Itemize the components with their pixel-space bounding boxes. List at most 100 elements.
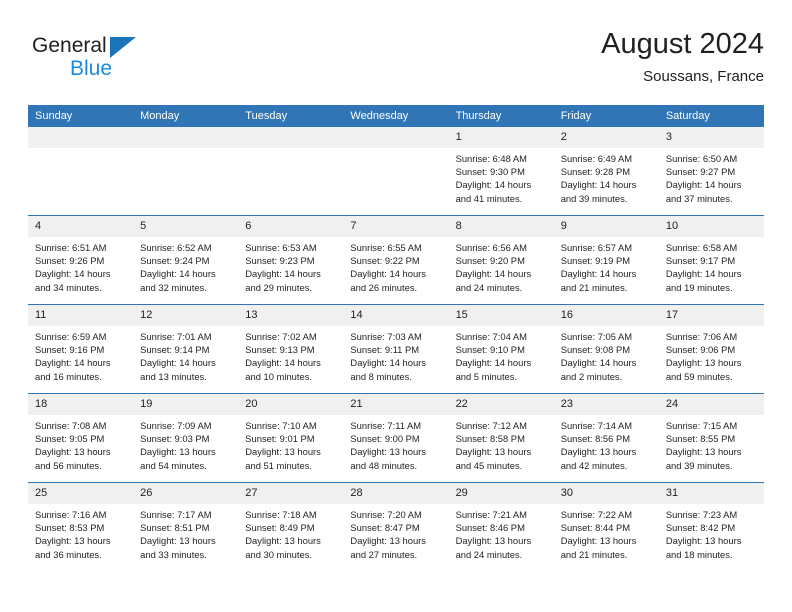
calendar-day-cell[interactable]: 20 Sunrise: 7:10 AM Sunset: 9:01 PM Dayligh… [238,393,344,483]
calendar-day-cell[interactable]: 23 Sunrise: 7:14 AM Sunset: 8:56 PM Dayligh… [553,393,659,483]
calendar-day-cell[interactable]: 31 Sunrise: 7:23 AM Sunset: 8:42 PM Dayligh… [658,482,764,571]
sunrise-text: Sunrise: 6:53 AM [245,242,317,253]
calendar-day-cell[interactable]: 21 Sunrise: 7:11 AM Sunset: 9:00 PM Dayligh… [343,393,449,483]
calendar-day-cell[interactable]: 13 Sunrise: 7:02 AM Sunset: 9:13 PM Dayligh… [238,304,344,394]
calendar-day-cell[interactable]: 10 Sunrise: 6:58 AM Sunset: 9:17 PM Dayligh… [658,215,764,305]
calendar-day-cell[interactable]: 15 Sunrise: 7:04 AM Sunset: 9:10 PM Dayligh… [448,304,554,394]
daylight-text-line2: and 42 minutes. [560,459,628,471]
calendar-day-cell[interactable]: 26 Sunrise: 7:17 AM Sunset: 8:51 PM Dayligh… [133,482,239,571]
calendar-week-row: 18 Sunrise: 7:08 AM Sunset: 9:05 PM Dayligh… [28,393,764,483]
calendar-day-cell[interactable]: 5 Sunrise: 6:52 AM Sunset: 9:24 PM Daylight… [133,215,239,305]
calendar-day-cell[interactable]: 4 Sunrise: 6:51 AM Sunset: 9:26 PM Daylight… [28,215,134,305]
sunset-text: Sunset: 9:22 PM [350,255,420,267]
daylight-text-line2: and 21 minutes. [560,548,628,560]
day-number: 18 [28,394,134,415]
calendar-day-cell[interactable]: 3 Sunrise: 6:50 AM Sunset: 9:27 PM Daylight… [658,127,764,216]
daylight-text-line2: and 29 minutes. [245,281,312,293]
daylight-text-line1: Daylight: 14 hours [140,357,216,369]
day-number: 21 [343,394,449,415]
daylight-text-line2: and 32 minutes. [140,281,207,293]
day-details: Sunrise: 6:48 AM Sunset: 9:30 PM Daylight:… [449,148,554,205]
daylight-text-line1: Daylight: 14 hours [455,357,532,369]
day-number: 10 [658,216,764,237]
logo-general-blue[interactable]: General Blue [32,34,212,92]
daylight-text-line1: Daylight: 14 hours [560,268,637,280]
sunrise-text: Sunrise: 6:51 AM [35,242,107,253]
sunset-text: Sunset: 9:11 PM [350,344,420,356]
calendar-week-row: 1 Sunrise: 6:48 AM Sunset: 9:30 PM Daylight… [28,127,764,216]
calendar-day-cell[interactable]: 22 Sunrise: 7:12 AM Sunset: 8:58 PM Dayligh… [448,393,554,483]
day-details: Sunrise: 7:15 AM Sunset: 8:55 PM Daylight:… [659,415,764,472]
day-details: Sunrise: 7:14 AM Sunset: 8:56 PM Daylight:… [554,415,659,472]
calendar-day-cell[interactable]: 30 Sunrise: 7:22 AM Sunset: 8:44 PM Dayligh… [553,482,659,571]
sunrise-text: Sunrise: 7:16 AM [35,509,107,520]
day-details: Sunrise: 7:03 AM Sunset: 9:11 PM Daylight:… [343,326,448,383]
page-header: General Blue August 2024 Soussans, Franc… [28,26,764,96]
calendar-day-cell[interactable]: 14 Sunrise: 7:03 AM Sunset: 9:11 PM Dayligh… [343,304,449,394]
calendar-day-cell[interactable]: 17 Sunrise: 7:06 AM Sunset: 9:06 PM Dayligh… [658,304,764,394]
sunrise-text: Sunrise: 6:56 AM [455,242,527,253]
day-details: Sunrise: 7:10 AM Sunset: 9:01 PM Daylight:… [238,415,343,472]
day-details: Sunrise: 7:20 AM Sunset: 8:47 PM Daylight:… [343,504,448,561]
sunset-text: Sunset: 9:01 PM [245,433,315,445]
calendar-day-cell[interactable]: 24 Sunrise: 7:15 AM Sunset: 8:55 PM Dayligh… [658,393,764,483]
daylight-text-line1: Daylight: 14 hours [560,357,637,369]
calendar-day-cell[interactable]: 1 Sunrise: 6:48 AM Sunset: 9:30 PM Daylight… [448,127,554,216]
sunrise-text: Sunrise: 7:06 AM [665,331,738,342]
daylight-text-line1: Daylight: 13 hours [35,446,111,458]
daylight-text-line2: and 18 minutes. [665,548,733,560]
daylight-text-line2: and 24 minutes. [455,548,523,560]
daylight-text-line2: and 54 minutes. [140,459,207,471]
daylight-text-line2: and 26 minutes. [350,281,418,293]
calendar-day-cell[interactable]: 6 Sunrise: 6:53 AM Sunset: 9:23 PM Daylight… [238,215,344,305]
sunrise-text: Sunrise: 7:01 AM [140,331,212,342]
day-details: Sunrise: 6:59 AM Sunset: 9:16 PM Daylight:… [28,326,133,383]
daylight-text-line1: Daylight: 14 hours [455,268,532,280]
daylight-text-line1: Daylight: 13 hours [560,535,637,547]
calendar-day-cell[interactable]: 12 Sunrise: 7:01 AM Sunset: 9:14 PM Dayligh… [133,304,239,394]
day-details: Sunrise: 7:02 AM Sunset: 9:13 PM Daylight:… [238,326,343,383]
calendar-day-cell[interactable]: 7 Sunrise: 6:55 AM Sunset: 9:22 PM Daylight… [343,215,449,305]
sunrise-text: Sunrise: 7:10 AM [245,420,317,431]
calendar-day-cell[interactable]: 11 Sunrise: 6:59 AM Sunset: 9:16 PM Dayligh… [28,304,134,394]
calendar-day-cell[interactable]: 2 Sunrise: 6:49 AM Sunset: 9:28 PM Daylight… [553,127,659,216]
daylight-text-line1: Daylight: 13 hours [140,446,216,458]
sunset-text: Sunset: 9:10 PM [455,344,525,356]
calendar-day-cell[interactable]: 27 Sunrise: 7:18 AM Sunset: 8:49 PM Dayligh… [238,482,344,571]
day-details: Sunrise: 7:17 AM Sunset: 8:51 PM Daylight:… [133,504,238,561]
sunrise-text: Sunrise: 6:49 AM [560,153,633,164]
day-details: Sunrise: 6:58 AM Sunset: 9:17 PM Daylight:… [659,237,764,294]
sunrise-text: Sunrise: 7:12 AM [455,420,527,431]
calendar-day-cell[interactable]: 9 Sunrise: 6:57 AM Sunset: 9:19 PM Daylight… [553,215,659,305]
day-details: Sunrise: 7:23 AM Sunset: 8:42 PM Daylight:… [659,504,764,561]
calendar-cell-empty [238,127,344,216]
calendar-day-cell[interactable]: 19 Sunrise: 7:09 AM Sunset: 9:03 PM Dayligh… [133,393,239,483]
sunrise-text: Sunrise: 6:55 AM [350,242,422,253]
calendar-day-cell[interactable]: 18 Sunrise: 7:08 AM Sunset: 9:05 PM Dayligh… [28,393,134,483]
calendar-day-cell[interactable]: 28 Sunrise: 7:20 AM Sunset: 8:47 PM Dayligh… [343,482,449,571]
day-number: 24 [658,394,764,415]
sunset-text: Sunset: 8:44 PM [560,522,631,534]
sunset-text: Sunset: 9:14 PM [140,344,210,356]
day-number: 16 [553,305,659,326]
day-number [238,127,344,148]
sunrise-text: Sunrise: 7:18 AM [245,509,317,520]
sunrise-text: Sunrise: 6:48 AM [455,153,527,164]
day-number: 9 [553,216,659,237]
day-details: Sunrise: 7:09 AM Sunset: 9:03 PM Daylight:… [133,415,238,472]
sunrise-text: Sunrise: 7:08 AM [35,420,107,431]
calendar-day-cell[interactable]: 25 Sunrise: 7:16 AM Sunset: 8:53 PM Dayligh… [28,482,134,571]
calendar-page: General Blue August 2024 Soussans, Franc… [0,0,792,612]
daylight-text-line1: Daylight: 14 hours [665,268,742,280]
calendar-cell-empty [133,127,239,216]
daylight-text-line2: and 5 minutes. [455,370,518,382]
day-number: 25 [28,483,134,504]
calendar-day-cell[interactable]: 16 Sunrise: 7:05 AM Sunset: 9:08 PM Dayligh… [553,304,659,394]
daylight-text-line1: Daylight: 14 hours [350,357,426,369]
sunrise-text: Sunrise: 7:17 AM [140,509,212,520]
sunrise-text: Sunrise: 7:14 AM [560,420,633,431]
day-details: Sunrise: 6:51 AM Sunset: 9:26 PM Daylight:… [28,237,133,294]
calendar-day-cell[interactable]: 8 Sunrise: 6:56 AM Sunset: 9:20 PM Daylight… [448,215,554,305]
calendar-day-cell[interactable]: 29 Sunrise: 7:21 AM Sunset: 8:46 PM Dayligh… [448,482,554,571]
logo-text-blue: Blue [70,57,113,80]
